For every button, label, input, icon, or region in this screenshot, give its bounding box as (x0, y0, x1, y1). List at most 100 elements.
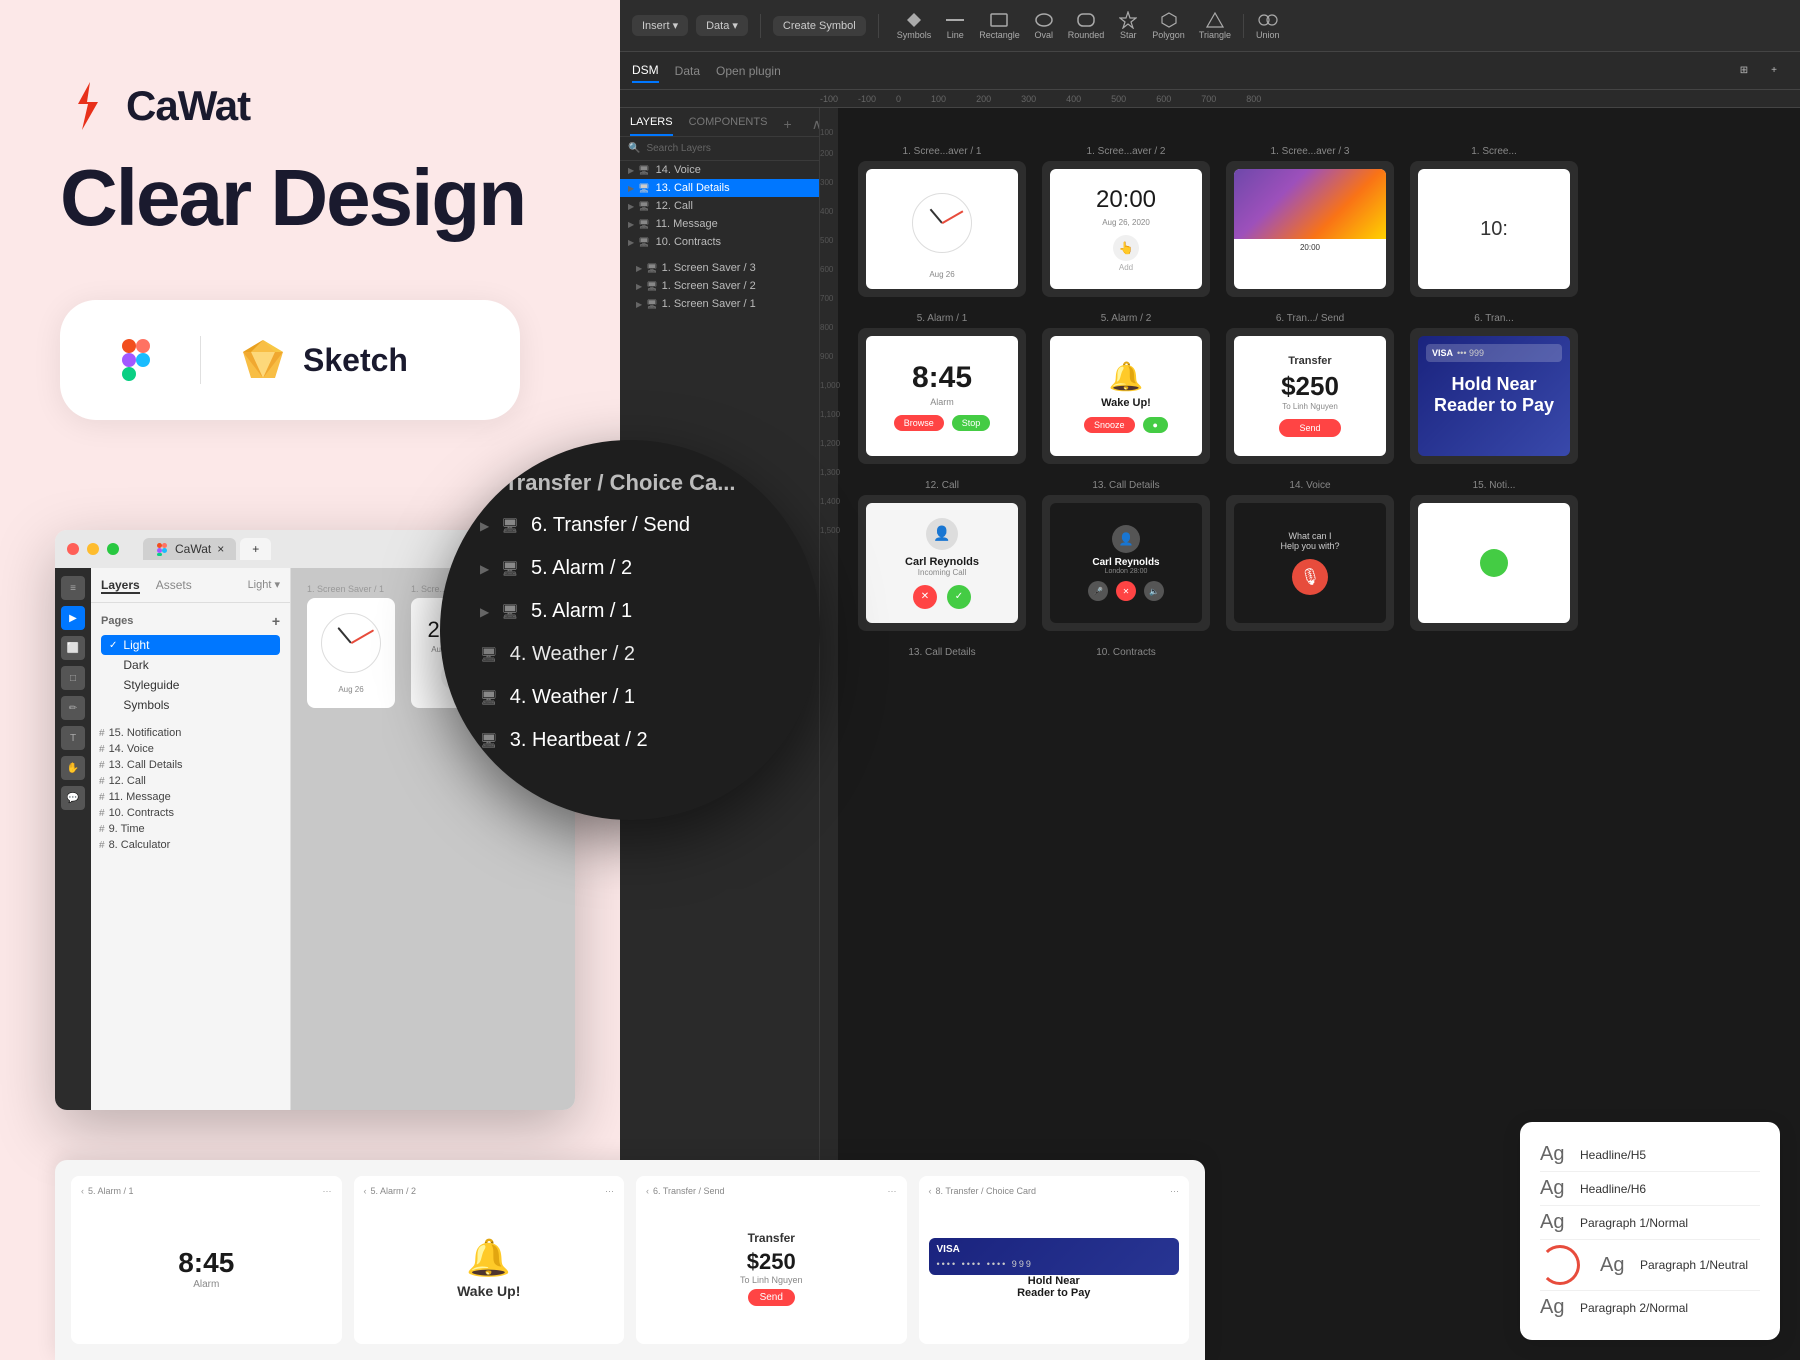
layer-10[interactable]: # 10. Contracts (91, 805, 290, 821)
frame-icon[interactable]: ⬜ (61, 636, 85, 660)
close-dot[interactable] (67, 543, 79, 555)
layer-12[interactable]: # 12. Call (91, 773, 290, 789)
mag-monitor-6: 🖥 (480, 732, 498, 749)
symbols-tool[interactable]: Symbols (891, 10, 938, 42)
partial-time: 10: (1480, 218, 1508, 241)
tab-dsm[interactable]: DSM (632, 59, 659, 83)
assets-tab[interactable]: Assets (156, 578, 192, 594)
maximize-dot[interactable] (107, 543, 119, 555)
row-1: 1. Scree...aver / 1 Aug 26 (858, 146, 1780, 297)
mag-item-alarm2[interactable]: ▶ 🖥 5. Alarm / 2 (460, 547, 800, 590)
screen2-frame: 20:00 Aug 26, 2020 👆 Add (1042, 161, 1210, 297)
send-button[interactable]: Send (1279, 419, 1340, 437)
tab-data[interactable]: Data (675, 60, 700, 82)
collapse-layers-icon[interactable]: ∧ (812, 116, 820, 136)
gradient-time: 20:00 (1234, 239, 1386, 256)
create-symbol-button[interactable]: Create Symbol (773, 16, 866, 36)
star-tool[interactable]: Star (1112, 10, 1144, 42)
layers-tab-sk[interactable]: LAYERS (630, 116, 673, 136)
pen-icon[interactable]: ✏ (61, 696, 85, 720)
page-styleguide[interactable]: ✓ Styleguide (101, 675, 280, 695)
add-layer-icon[interactable]: + (783, 116, 791, 136)
call-details-name: Carl Reynolds (1092, 557, 1159, 568)
components-tab-sk[interactable]: COMPONENTS (689, 116, 768, 136)
layer-13[interactable]: # 13. Call Details (91, 757, 290, 773)
mag-item-weather1[interactable]: 🖥 4. Weather / 1 (460, 676, 800, 719)
layer-14[interactable]: # 14. Voice (91, 741, 290, 757)
monitor-icon-11: 🖥 (638, 219, 649, 230)
data-button[interactable]: Data ▾ (696, 15, 748, 36)
monitor-ss2: 🖥 (646, 281, 657, 292)
union-tool[interactable]: Union (1250, 10, 1286, 42)
bm-bell-icon: 🔔 (466, 1237, 511, 1279)
bm-alarm2-title: ‹ 5. Alarm / 2 ··· (364, 1186, 615, 1196)
notif-label: 15. Noti... (1410, 480, 1578, 491)
snooze-btn[interactable]: Snooze (1084, 417, 1135, 433)
bm-send-button[interactable]: Send (748, 1289, 795, 1306)
typo-ag-h6: Ag (1540, 1177, 1568, 1200)
layer-11[interactable]: # 11. Message (91, 789, 290, 805)
bm-transfer-name: 6. Transfer / Send (653, 1186, 725, 1196)
hamburger-icon[interactable]: ≡ (61, 576, 85, 600)
cursor-icon[interactable]: ▶ (61, 606, 85, 630)
sk-layer-call-details[interactable]: ▶ 🖥 13. Call Details (620, 179, 819, 197)
sk-layer-ss2[interactable]: ▶ 🖥 1. Screen Saver / 2 (628, 277, 811, 295)
mag-item-weather2[interactable]: 🖥 4. Weather / 2 (460, 633, 800, 676)
layer-9[interactable]: # 9. Time (91, 821, 290, 837)
sk-layer-message[interactable]: ▶ 🖥 11. Message (620, 215, 819, 233)
end-call-btn[interactable]: ✕ (1116, 581, 1136, 601)
stop-btn[interactable]: Stop (952, 415, 991, 431)
tab-open-plugin[interactable]: Open plugin (716, 60, 781, 82)
frame1-content: Aug 26 (307, 598, 395, 708)
decline-btn[interactable]: ✕ (913, 585, 937, 609)
screen-alarm2: 5. Alarm / 2 🔔 Wake Up! Snooze ● (1042, 313, 1210, 464)
typography-panel: Ag Headline/H5 Ag Headline/H6 Ag Paragra… (1520, 1122, 1780, 1340)
sk-layer-ss3[interactable]: ▶ 🖥 1. Screen Saver / 3 (628, 259, 811, 277)
mic-icon[interactable]: 🎙 (1292, 559, 1328, 595)
browse-btn[interactable]: Browse (894, 415, 944, 431)
bm-transfer: ‹ 6. Transfer / Send ··· Transfer $250 T… (636, 1176, 907, 1344)
insert-button[interactable]: Insert ▾ (632, 15, 688, 36)
rectangle-tool[interactable]: Rectangle (973, 10, 1026, 42)
layer-ss2: 1. Screen Saver / 2 (662, 280, 756, 292)
caller-name: Carl Reynolds (905, 556, 979, 568)
layer-8[interactable]: # 8. Calculator (91, 837, 290, 853)
grid-icon[interactable]: ⊞ (1730, 57, 1758, 85)
line-tool[interactable]: Line (939, 10, 971, 42)
oval-tool[interactable]: Oval (1028, 10, 1060, 42)
mag-item-transfer-send[interactable]: ▶ 🖥 6. Transfer / Send (460, 504, 800, 547)
page-light[interactable]: ✓ Light (101, 635, 280, 655)
layer-15[interactable]: # 15. Notification (91, 725, 290, 741)
zoom-icon[interactable]: + (1760, 57, 1788, 85)
layers-tab[interactable]: Layers (101, 578, 140, 594)
logo-area: CaWat (60, 80, 250, 132)
sk-layer-ss1[interactable]: ▶ 🖥 1. Screen Saver / 1 (628, 295, 811, 313)
answer-btn[interactable]: ✓ (947, 585, 971, 609)
symbols-icon (904, 12, 924, 28)
minimize-dot[interactable] (87, 543, 99, 555)
sk-layer-call[interactable]: ▶ 🖥 12. Call (620, 197, 819, 215)
comment-icon[interactable]: 💬 (61, 786, 85, 810)
analog-clock (912, 193, 972, 253)
mute-btn[interactable]: 🎤 (1088, 581, 1108, 601)
screen-transfer2: 6. Tran... VISA ••• 999 Hold NearReader … (1410, 313, 1578, 464)
page-dark[interactable]: ✓ Dark (101, 655, 280, 675)
sk-layer-voice[interactable]: ▶ 🖥 14. Voice (620, 161, 819, 179)
mag-monitor-4: 🖥 (480, 646, 498, 663)
sk-layer-contracts[interactable]: ▶ 🖥 10. Contracts (620, 233, 819, 251)
toolbar-sep1 (760, 14, 761, 38)
polygon-tool[interactable]: Polygon (1146, 10, 1191, 42)
mag-item-alarm1[interactable]: ▶ 🖥 5. Alarm / 1 (460, 590, 800, 633)
speaker-btn[interactable]: 🔈 (1144, 581, 1164, 601)
add-page-icon[interactable]: + (272, 613, 280, 629)
hand-icon[interactable]: ✋ (61, 756, 85, 780)
alarm2-stop-btn[interactable]: ● (1143, 417, 1168, 433)
triangle-tool[interactable]: Triangle (1193, 10, 1237, 42)
figma-tab-plus[interactable]: + (240, 538, 271, 560)
shape-icon[interactable]: □ (61, 666, 85, 690)
triangle-icon (1205, 12, 1225, 28)
rounded-tool[interactable]: Rounded (1062, 10, 1111, 42)
mag-item-heartbeat[interactable]: 🖥 3. Heartbeat / 2 (460, 719, 800, 762)
text-icon[interactable]: T (61, 726, 85, 750)
page-symbols[interactable]: ✓ Symbols (101, 695, 280, 715)
